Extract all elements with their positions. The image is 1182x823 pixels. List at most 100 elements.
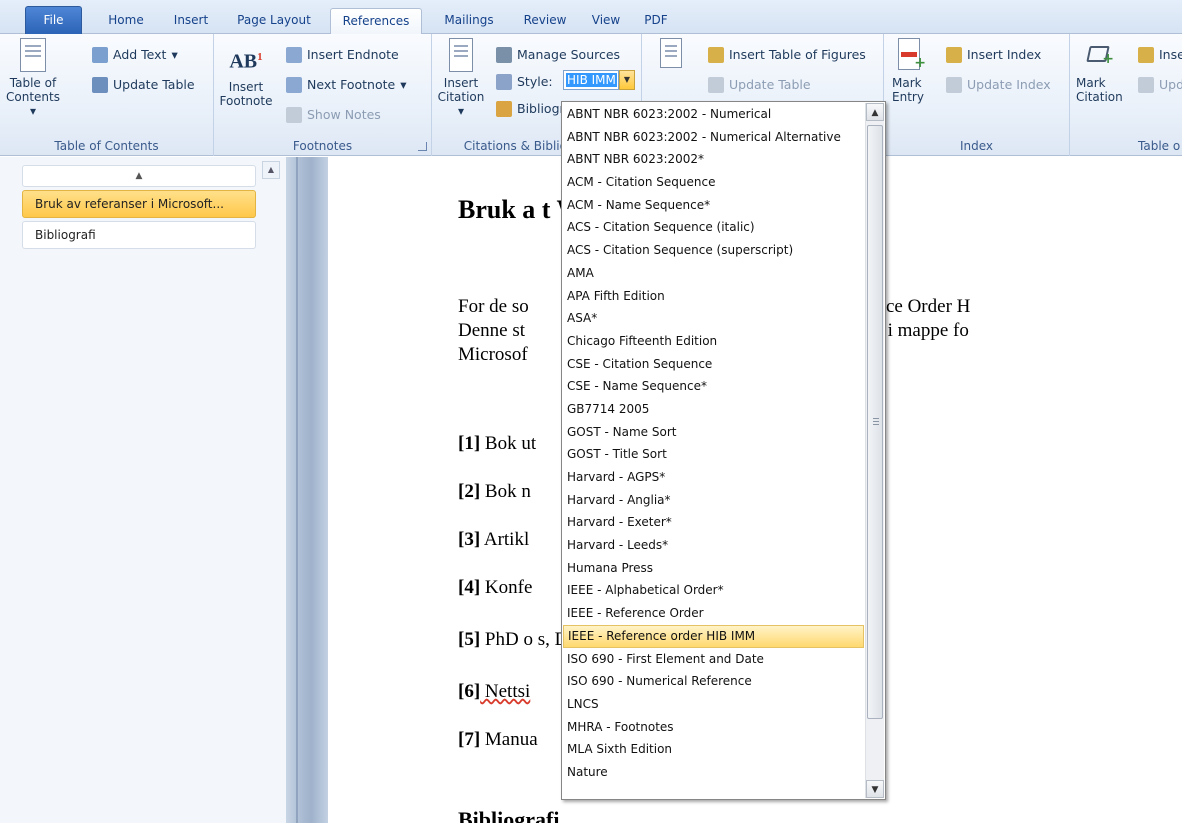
update-table-of-authorities-button[interactable]: Upd bbox=[1138, 74, 1182, 96]
mark-entry-button[interactable]: + Mark Entry bbox=[892, 38, 932, 104]
citation-style-dropdown-button[interactable]: ▼ bbox=[619, 70, 635, 90]
tab-mailings[interactable]: Mailings bbox=[430, 8, 508, 34]
tab-review[interactable]: Review bbox=[514, 8, 576, 34]
style-option[interactable]: Humana Press bbox=[563, 557, 864, 580]
dropdown-scrollbar[interactable]: ▲ ▼ bbox=[865, 103, 884, 798]
update-index-icon bbox=[946, 77, 962, 93]
insert-table-of-authorities-button[interactable]: Inse bbox=[1138, 44, 1182, 66]
style-option[interactable]: IEEE - Reference order HIB IMM bbox=[563, 624, 864, 648]
insert-endnote-icon bbox=[286, 47, 302, 63]
style-option[interactable]: GOST - Name Sort bbox=[563, 421, 864, 444]
mark-entry-label-2: Entry bbox=[892, 90, 924, 104]
insert-table-of-figures-icon bbox=[708, 47, 724, 63]
tab-view[interactable]: View bbox=[581, 8, 631, 34]
manage-sources-label: Manage Sources bbox=[517, 47, 621, 62]
style-option[interactable]: MHRA - Footnotes bbox=[563, 716, 864, 739]
insert-table-of-figures-button[interactable]: Insert Table of Figures bbox=[708, 44, 866, 66]
add-text-label: Add Text bbox=[113, 47, 167, 62]
table-of-contents-button[interactable]: Table of Contents ▾ bbox=[4, 38, 62, 118]
manage-sources-button[interactable]: Manage Sources bbox=[496, 44, 620, 66]
chevron-down-icon: ▼ bbox=[623, 75, 631, 84]
update-toa-label: Upd bbox=[1159, 77, 1182, 92]
tab-home[interactable]: Home bbox=[96, 8, 156, 34]
nav-heading-item[interactable]: Bruk av referanser i Microsoft... bbox=[22, 190, 256, 218]
reference-item: [4] Konfe bbox=[458, 577, 533, 598]
add-text-button[interactable]: Add Text ▾ bbox=[92, 44, 178, 66]
tab-references[interactable]: References bbox=[330, 8, 422, 35]
scroll-down-icon[interactable]: ▼ bbox=[866, 780, 884, 798]
insert-endnote-button[interactable]: Insert Endnote bbox=[286, 44, 399, 66]
citation-style-list: ABNT NBR 6023:2002 - Numerical ABNT NBR 6… bbox=[563, 103, 864, 784]
tab-insert[interactable]: Insert bbox=[163, 8, 219, 34]
style-option[interactable]: GB7714 2005 bbox=[563, 398, 864, 421]
mark-citation-label-1: Mark bbox=[1076, 76, 1106, 90]
insert-caption-button[interactable] bbox=[656, 38, 686, 72]
style-option[interactable]: MLA Sixth Edition bbox=[563, 738, 864, 761]
update-table-label: Update Table bbox=[113, 77, 195, 92]
style-option[interactable]: ABNT NBR 6023:2002 - Numerical bbox=[563, 103, 864, 126]
style-option[interactable]: Harvard - Leeds* bbox=[563, 534, 864, 557]
insert-index-button[interactable]: Insert Index bbox=[946, 44, 1041, 66]
citation-style-combo[interactable]: HIB IMM bbox=[563, 70, 619, 90]
group-footnotes: AB1 Insert Footnote Insert Endnote Next … bbox=[214, 34, 432, 156]
mark-citation-label-2: Citation bbox=[1076, 90, 1123, 104]
style-option[interactable]: Harvard - AGPS* bbox=[563, 466, 864, 489]
reference-item: [2] Bok n bbox=[458, 481, 531, 502]
reference-item: [7] Manua bbox=[458, 729, 538, 750]
scrollbar-thumb[interactable] bbox=[867, 125, 883, 719]
style-option[interactable]: ACS - Citation Sequence (italic) bbox=[563, 216, 864, 239]
style-option[interactable]: ACS - Citation Sequence (superscript) bbox=[563, 239, 864, 262]
table-of-contents-label-2: Contents bbox=[6, 90, 60, 104]
style-option[interactable]: Nature bbox=[563, 761, 864, 784]
style-option[interactable]: ABNT NBR 6023:2002* bbox=[563, 148, 864, 171]
style-option[interactable]: IEEE - Alphabetical Order* bbox=[563, 579, 864, 602]
tab-file[interactable]: File bbox=[25, 6, 82, 34]
mark-entry-icon: + bbox=[896, 38, 926, 72]
next-footnote-button[interactable]: Next Footnote ▾ bbox=[286, 74, 406, 96]
insert-citation-label-2: Citation bbox=[437, 90, 485, 104]
style-option[interactable]: Chicago Fifteenth Edition bbox=[563, 330, 864, 353]
nav-heading-item[interactable]: Bibliografi bbox=[22, 221, 256, 249]
style-option[interactable]: ISO 690 - Numerical Reference bbox=[563, 670, 864, 693]
insert-toa-label: Inse bbox=[1159, 47, 1182, 62]
style-option[interactable]: Harvard - Exeter* bbox=[563, 511, 864, 534]
next-footnote-label: Next Footnote bbox=[307, 77, 396, 92]
update-table-figures-button[interactable]: Update Table bbox=[708, 74, 811, 96]
style-option[interactable]: ACM - Citation Sequence bbox=[563, 171, 864, 194]
collapse-icon: ▲ bbox=[135, 171, 143, 181]
style-option[interactable]: GOST - Title Sort bbox=[563, 443, 864, 466]
style-option[interactable]: ACM - Name Sequence* bbox=[563, 194, 864, 217]
style-option[interactable]: CSE - Name Sequence* bbox=[563, 375, 864, 398]
style-option[interactable]: ASA* bbox=[563, 307, 864, 330]
update-table-icon bbox=[92, 77, 108, 93]
style-label: Style: bbox=[517, 74, 553, 89]
insert-footnote-button[interactable]: AB1 Insert Footnote bbox=[218, 38, 274, 108]
style-option[interactable]: Harvard - Anglia* bbox=[563, 489, 864, 512]
show-notes-button[interactable]: Show Notes bbox=[286, 104, 381, 126]
style-option[interactable]: ISO 690 - First Element and Date bbox=[563, 648, 864, 671]
collapse-all-button[interactable]: ▲ bbox=[22, 165, 256, 187]
nav-scroll-up-button[interactable]: ▲ bbox=[262, 161, 280, 179]
navigation-pane: ▲ Bruk av referanser i Microsoft... Bibl… bbox=[0, 157, 286, 823]
group-label-index: Index bbox=[959, 139, 994, 153]
style-option[interactable]: CSE - Citation Sequence bbox=[563, 353, 864, 376]
update-table-button[interactable]: Update Table bbox=[92, 74, 195, 96]
mark-citation-button[interactable]: + Mark Citation bbox=[1076, 38, 1126, 104]
update-index-button[interactable]: Update Index bbox=[946, 74, 1051, 96]
style-option[interactable]: LNCS bbox=[563, 693, 864, 716]
style-option[interactable]: IEEE - Reference Order bbox=[563, 602, 864, 625]
style-option[interactable]: APA Fifth Edition bbox=[563, 285, 864, 308]
style-option[interactable]: ABNT NBR 6023:2002 - Numerical Alternati… bbox=[563, 126, 864, 149]
tab-pdf[interactable]: PDF bbox=[636, 8, 676, 34]
mark-entry-label-1: Mark bbox=[892, 76, 922, 90]
scroll-up-icon[interactable]: ▲ bbox=[866, 103, 884, 121]
reference-item: [6] Nettsi bbox=[458, 681, 531, 702]
insert-citation-button[interactable]: Insert Citation ▾ bbox=[436, 38, 486, 118]
footnotes-dialog-launcher[interactable] bbox=[418, 142, 427, 151]
style-option[interactable]: AMA bbox=[563, 262, 864, 285]
chevron-down-icon: ▾ bbox=[171, 47, 178, 62]
insert-endnote-label: Insert Endnote bbox=[307, 47, 399, 62]
update-toa-icon bbox=[1138, 77, 1154, 93]
tab-page-layout[interactable]: Page Layout bbox=[224, 8, 324, 34]
pane-splitter[interactable] bbox=[286, 157, 328, 823]
